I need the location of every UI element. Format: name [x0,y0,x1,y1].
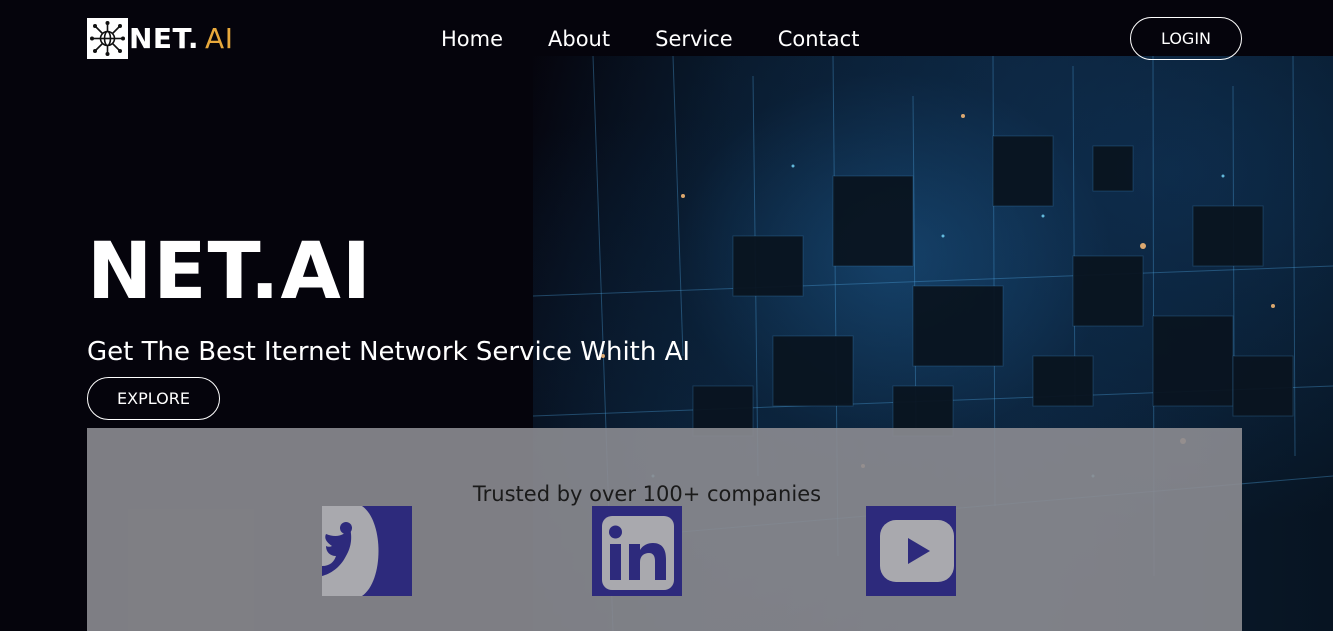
logo-name: NET. [129,22,200,55]
trusted-heading: Trusted by over 100+ companies [472,482,822,506]
hero-title: NET.AI [87,227,372,317]
page: NET. AI Home About Service Contact LOGIN … [0,0,1333,631]
nav-service[interactable]: Service [655,24,733,54]
nav-home[interactable]: Home [441,24,503,54]
globe-network-icon [87,18,128,59]
twitter-icon[interactable] [322,506,412,596]
login-button[interactable]: LOGIN [1130,17,1242,60]
main-nav: Home About Service Contact [441,24,904,54]
brand-logo[interactable]: NET. AI [87,18,233,59]
youtube-icon[interactable] [866,506,956,596]
nav-contact[interactable]: Contact [778,24,860,54]
trusted-companies-panel: Trusted by over 100+ companies [87,428,1242,631]
logo-accent: AI [205,22,234,55]
linkedin-icon[interactable] [592,506,682,596]
logo-wordmark: NET. AI [129,18,233,59]
nav-about[interactable]: About [548,24,610,54]
hero-subtitle: Get The Best Iternet Network Service Whi… [87,337,691,367]
explore-button[interactable]: EXPLORE [87,377,220,420]
